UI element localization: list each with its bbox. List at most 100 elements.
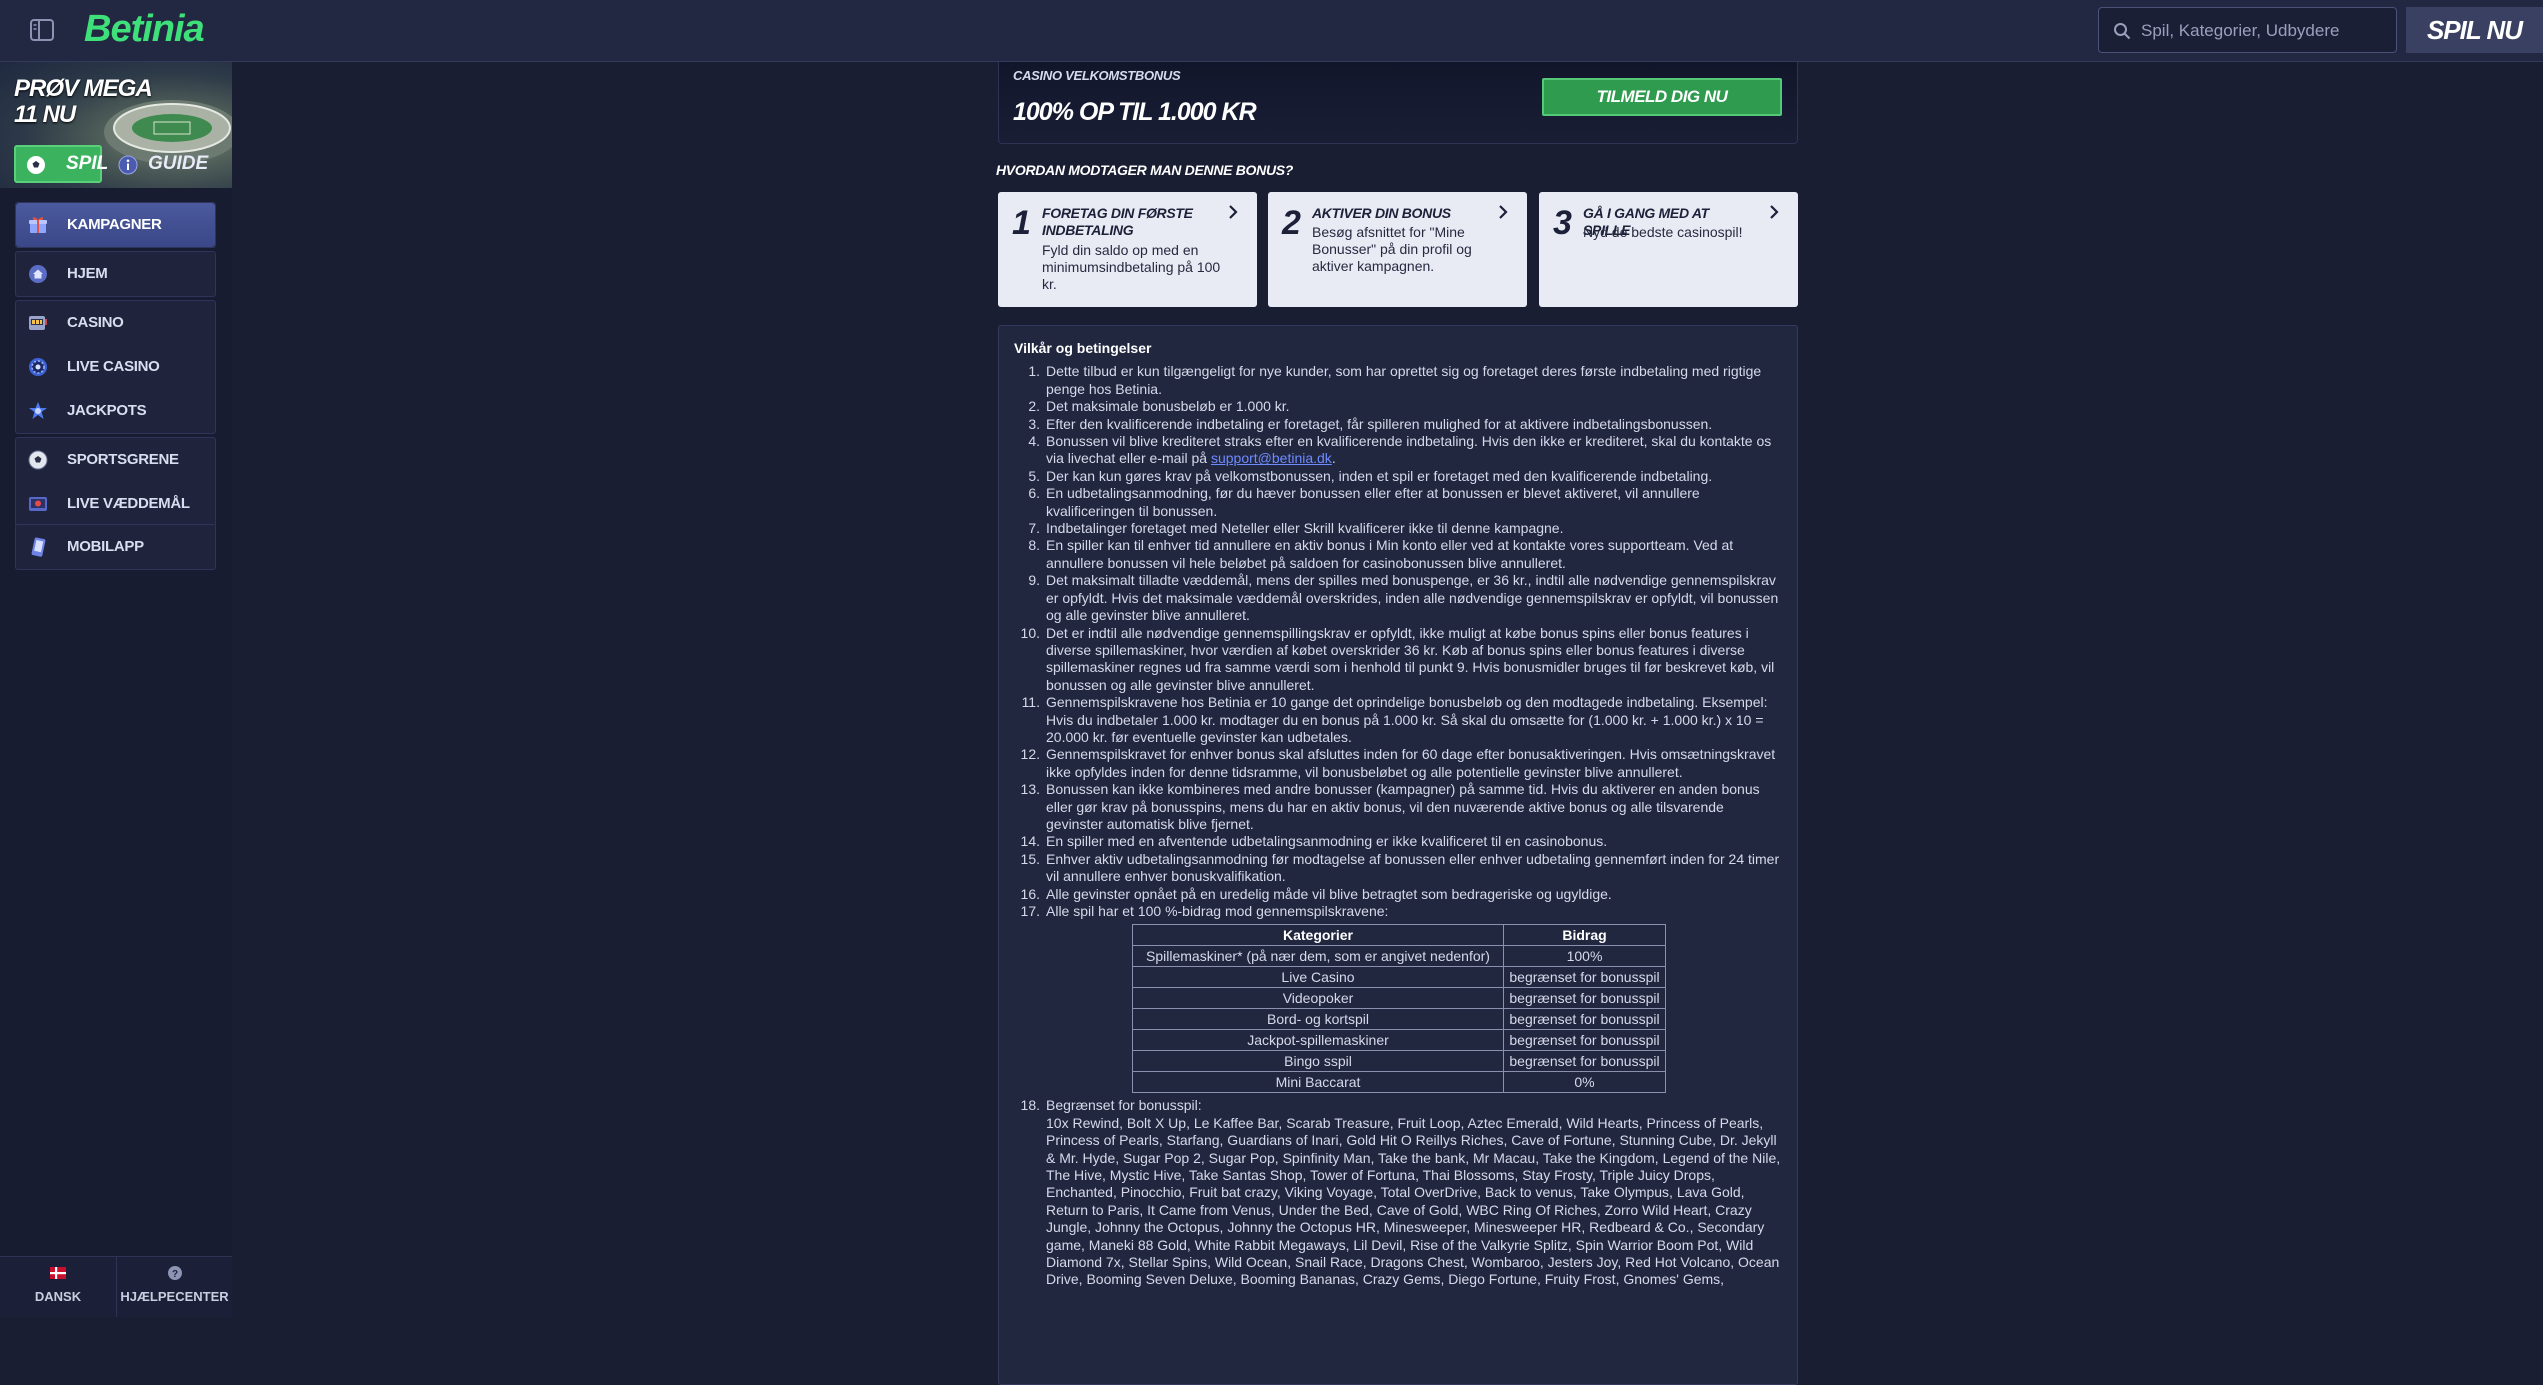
sidebar-item-label: KAMPAGNER — [67, 216, 162, 233]
contribution-table: Kategorier Bidrag Spillemaskiner* (på næ… — [1132, 924, 1666, 1094]
sidebar-item-mobilapp[interactable]: MOBILAPP — [16, 525, 215, 569]
terms-item: 5. Der kan kun gøres krav på velkomstbonu… — [1028, 467, 1713, 484]
step-description: Fyld din saldo op med en minimumsindbeta… — [1042, 242, 1221, 292]
promo-title: PRØV MEGA 11 NU — [14, 75, 152, 128]
terms-text: En spiller kan til enhver tid annullere … — [1046, 537, 1734, 571]
terms-text: Begrænset for bonusspil: — [1046, 1097, 1202, 1114]
danish-flag-icon — [50, 1267, 66, 1279]
promo-banner[interactable]: PRØV MEGA 11 NU SPIL GUIDE — [0, 62, 232, 188]
terms-text: Alle spil har et 100 %-bidrag mod gennem… — [1046, 903, 1389, 919]
table-row: Bord- og kortspil begrænset for bonusspil — [1132, 1008, 1666, 1031]
sidebar-item-live-vaeddemaal[interactable]: LIVE VÆDDEMÅL — [16, 482, 215, 526]
step-card[interactable]: 3 GÅ I GANG MED AT SPILLE Nyd de bedste … — [1539, 192, 1798, 307]
terms-text: Dette tilbud er kun tilgængeligt for nye… — [1046, 363, 1762, 397]
terms-list: 1. Dette tilbud er kun tilgængeligt for n… — [1014, 363, 1782, 1288]
terms-text: Efter den kvalificerende indbetaling er … — [1046, 415, 1713, 432]
terms-text: Gennemspilskravet for enhver bonus skal … — [1046, 746, 1776, 780]
football-icon — [28, 450, 48, 470]
terms-text: Gennemspilskravene hos Betinia er 10 gan… — [1046, 694, 1768, 745]
live-bet-icon — [29, 497, 47, 511]
search-input[interactable] — [2139, 16, 2393, 46]
nav-group-home: HJEM — [15, 251, 216, 297]
nav-group-promotions: KAMPAGNER — [15, 202, 216, 248]
terms-item: 2. Det maksimale bonusbeløb er 1.000 kr. — [1028, 398, 1290, 415]
search-icon — [2114, 23, 2131, 40]
table-cell: begrænset for bonusspil — [1503, 966, 1666, 989]
chevron-right-icon — [1229, 205, 1238, 219]
terms-text: Alle gevinster opnået på en uredelig måd… — [1046, 885, 1612, 902]
table-row: Videopoker begrænset for bonusspil — [1132, 987, 1666, 1010]
sidebar-item-label: CASINO — [67, 314, 124, 331]
table-cell: Jackpot-spillemaskiner — [1132, 1029, 1504, 1052]
table-row: Jackpot-spillemaskiner begrænset for bonu… — [1132, 1029, 1666, 1052]
step-number: 3 — [1553, 204, 1572, 242]
slot-machine-icon — [29, 316, 47, 330]
sidebar-item-label: LIVE VÆDDEMÅL — [67, 495, 190, 512]
sidebar-item-label: HJEM — [67, 265, 108, 282]
gift-icon — [29, 217, 47, 233]
promo-play-button[interactable]: SPIL — [14, 145, 108, 183]
step-description: Besøg afsnittet for "Mine Bonusser" på d… — [1312, 224, 1472, 274]
table-cell: Spillemaskiner* (på nær dem, som er angi… — [1132, 945, 1504, 968]
sidebar-item-casino[interactable]: CASINO — [16, 301, 215, 345]
info-icon — [118, 155, 138, 175]
table-cell: begrænset for bonusspil — [1503, 1029, 1666, 1052]
support-email-link[interactable]: support@betinia.dk — [1211, 450, 1332, 466]
step-card[interactable]: 2 AKTIVER DIN BONUS Besøg afsnittet for … — [1268, 192, 1527, 307]
table-cell: begrænset for bonusspil — [1503, 987, 1666, 1010]
terms-text: En spiller med en afventende udbetalings… — [1046, 833, 1608, 850]
help-center-label: HJÆLPECENTER — [120, 1289, 229, 1304]
sidebar-item-label: LIVE CASINO — [67, 358, 160, 375]
sidebar-item-label: SPORTSGRENE — [67, 451, 179, 468]
terms-text: Det er indtil alle nødvendige gennemspil… — [1046, 624, 1775, 693]
football-icon — [27, 156, 45, 174]
terms-item: 18. Begrænset for bonusspil: 10x Rewind, B… — [1020, 1097, 1781, 1288]
sidebar-item-live-casino[interactable]: LIVE CASINO — [16, 345, 215, 389]
sidebar-item-sportsgrene[interactable]: SPORTSGRENE — [16, 438, 215, 482]
step-number: 1 — [1012, 204, 1031, 242]
sidebar-toggle-icon[interactable] — [30, 19, 54, 41]
svg-text:?: ? — [171, 1269, 177, 1280]
terms-item: 10. Det er indtil alle nødvendige gennems… — [1020, 624, 1775, 693]
terms-item: 7. Indbetalinger foretaget med Neteller e… — [1028, 520, 1564, 537]
table-cell: Bingo sspil — [1132, 1050, 1504, 1073]
home-icon — [29, 265, 47, 283]
table-row: Mini Baccarat 0% — [1132, 1071, 1666, 1094]
sidebar-item-jackpots[interactable]: JACKPOTS — [16, 389, 215, 433]
terms-item: 16. Alle gevinster opnået på en uredelig … — [1020, 885, 1612, 902]
sidebar-item-label: MOBILAPP — [67, 538, 144, 555]
language-label: DANSK — [34, 1289, 82, 1304]
sidebar-item-kampagner[interactable]: KAMPAGNER — [16, 203, 215, 247]
search-box[interactable] — [2098, 7, 2397, 53]
play-now-button[interactable]: SPIL NU — [2406, 7, 2543, 53]
language-selector[interactable]: DANSK — [0, 1257, 116, 1317]
terms-text: Bonussen kan ikke kombineres med andre b… — [1046, 781, 1760, 832]
step-title: AKTIVER DIN BONUS — [1312, 205, 1451, 221]
bonus-label: CASINO VELKOMSTBONUS — [1013, 68, 1181, 83]
terms-text: Enhver aktiv udbetalingsanmodning før mo… — [1046, 850, 1780, 885]
table-cell: Mini Baccarat — [1132, 1071, 1504, 1094]
terms-text: Indbetalinger foretaget med Neteller ell… — [1046, 520, 1564, 537]
table-header: Kategorier — [1132, 924, 1504, 947]
step-number: 2 — [1282, 204, 1301, 242]
nav-group-sports: SPORTSGRENE LIVE VÆDDEMÅL — [15, 437, 216, 527]
promo-play-label: SPIL — [66, 153, 109, 174]
terms-text: Det maksimalt tilladte væddemål, mens de… — [1046, 572, 1779, 624]
table-header-row: Kategorier Bidrag — [1132, 924, 1666, 947]
signup-button[interactable]: TILMELD DIG NU — [1542, 78, 1782, 116]
terms-item: 3. Efter den kvalificerende indbetaling e… — [1028, 415, 1713, 432]
table-row: Live Casino begrænset for bonusspil — [1132, 966, 1666, 989]
table-cell: Live Casino — [1132, 966, 1504, 989]
roulette-icon — [29, 358, 47, 376]
mobile-icon — [31, 537, 46, 557]
brand-logo[interactable]: Betinia — [84, 8, 205, 51]
jackpot-icon — [29, 402, 47, 419]
step-description: Nyd de bedste casinospil! — [1583, 224, 1743, 240]
step-title: FORETAG DIN FØRSTE INDBETALING — [1042, 205, 1193, 238]
sidebar-item-hjem[interactable]: HJEM — [16, 252, 215, 296]
help-center-link[interactable]: ? HJÆLPECENTER — [117, 1257, 232, 1317]
chevron-right-icon — [1499, 205, 1508, 219]
restricted-games-list: 10x Rewind, Bolt X Up, Le Kaffee Bar, Sc… — [1046, 1114, 1781, 1288]
table-cell: 100% — [1503, 945, 1666, 968]
step-card[interactable]: 1 FORETAG DIN FØRSTE INDBETALING Fyld di… — [998, 192, 1257, 307]
